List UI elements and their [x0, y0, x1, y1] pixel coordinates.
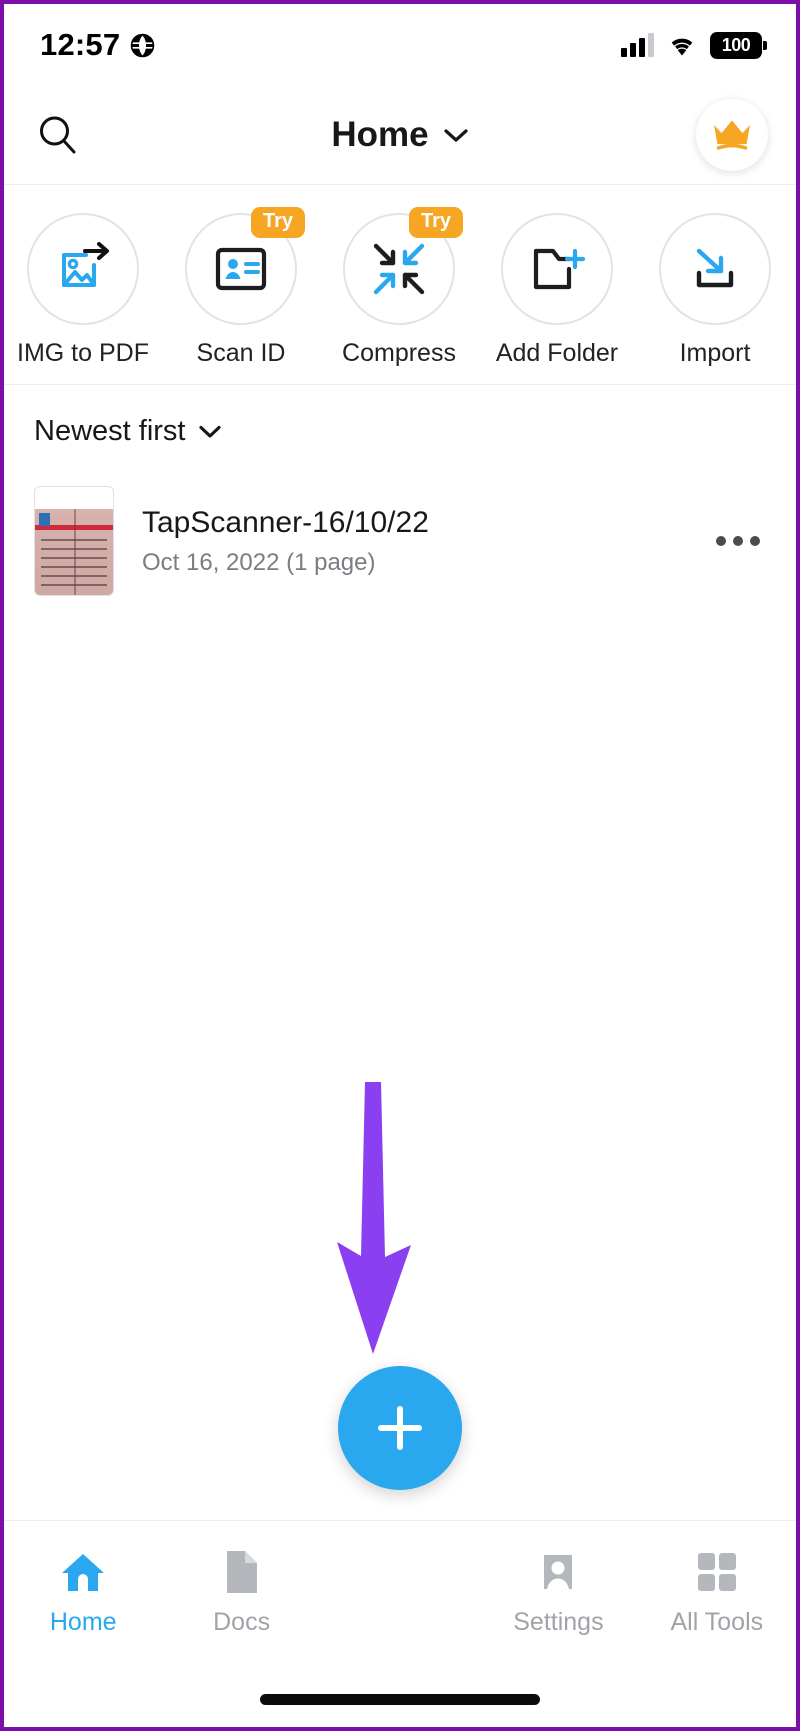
status-bar: 12:57 100 [4, 4, 796, 86]
wifi-icon [671, 38, 693, 55]
home-indicator[interactable] [260, 1694, 540, 1705]
status-bar-left: 12:57 [40, 27, 155, 63]
folder-plus-icon [533, 248, 586, 290]
try-badge: Try [250, 207, 305, 238]
battery-indicator: 100 [710, 31, 767, 59]
tool-label: Import [679, 339, 751, 367]
status-bar-time: 12:57 [40, 27, 121, 62]
home-icon [60, 1549, 106, 1595]
tool-icon-circle: Try [343, 207, 463, 325]
tool-label: Add Folder [495, 339, 619, 367]
import-download-icon [696, 248, 734, 288]
image-to-pdf-icon [62, 242, 109, 287]
nav-item-all-tools[interactable]: All Tools [638, 1549, 796, 1637]
document-meta: TapScanner-16/10/22 Oct 16, 2022 (1 page… [142, 506, 429, 577]
tool-icon-circle [659, 213, 771, 325]
search-button[interactable] [34, 111, 82, 159]
sort-selector[interactable]: Newest first [4, 385, 796, 477]
nav-label: Docs [213, 1608, 271, 1636]
scanned-document-thumbnail[interactable] [34, 486, 114, 596]
tool-add-folder[interactable]: Add Folder [478, 213, 636, 368]
document-list: TapScanner-16/10/22 Oct 16, 2022 (1 page… [4, 477, 796, 605]
list-item[interactable]: TapScanner-16/10/22 Oct 16, 2022 (1 page… [4, 477, 796, 605]
bottom-navigation: Home Docs Settings All Tools [4, 1520, 796, 1665]
tool-icon-circle [27, 213, 139, 325]
plus-icon [378, 1406, 422, 1450]
document-title: TapScanner-16/10/22 [142, 505, 429, 539]
nav-label: Settings [513, 1608, 604, 1636]
chevron-down-icon[interactable] [443, 127, 469, 143]
id-card-icon [215, 247, 267, 291]
person-icon [538, 1549, 578, 1595]
more-options-icon[interactable] [710, 522, 766, 560]
sort-label: Newest first [34, 414, 186, 447]
tool-label: Compress [342, 339, 456, 367]
tool-import[interactable]: Import [636, 213, 794, 368]
page-title: Home [331, 115, 429, 154]
search-icon [40, 116, 76, 154]
header-title-group[interactable]: Home [4, 115, 796, 155]
try-badge: Try [408, 207, 463, 238]
status-bar-right: 100 [621, 31, 767, 59]
premium-upgrade-button[interactable] [696, 99, 768, 171]
compress-arrows-icon [373, 243, 425, 295]
pointer-arrow-icon [337, 1082, 411, 1354]
tool-img-to-pdf[interactable]: IMG to PDF [4, 213, 162, 368]
nav-item-docs[interactable]: Docs [162, 1549, 320, 1637]
tool-compress[interactable]: Try Compress [320, 207, 478, 368]
nav-item-settings[interactable]: Settings [479, 1549, 637, 1637]
nav-item-home[interactable]: Home [4, 1549, 162, 1637]
cellular-signal-icon [621, 33, 654, 57]
grid-icon [695, 1549, 739, 1595]
tool-label: Scan ID [196, 339, 286, 367]
phone-screen: 12:57 100 Home IMG to PDF Try Scan ID Tr… [0, 0, 800, 1731]
add-document-fab[interactable] [338, 1366, 462, 1490]
document-subtitle: Oct 16, 2022 (1 page) [142, 548, 376, 576]
quick-tools-strip[interactable]: IMG to PDF Try Scan ID Try Compress Add … [4, 185, 796, 385]
crown-icon [714, 120, 750, 150]
chevron-down-icon[interactable] [198, 424, 222, 439]
nav-label: All Tools [670, 1608, 764, 1636]
tool-icon-circle [501, 213, 613, 325]
tool-icon-circle: Try [185, 207, 305, 325]
nav-label: Home [49, 1608, 117, 1636]
tool-scan-id[interactable]: Try Scan ID [162, 207, 320, 368]
document-icon [223, 1549, 261, 1595]
app-header: Home [4, 86, 796, 185]
battery-level-text: 100 [721, 34, 751, 55]
tool-label: IMG to PDF [17, 339, 149, 367]
globe-icon [131, 33, 155, 57]
